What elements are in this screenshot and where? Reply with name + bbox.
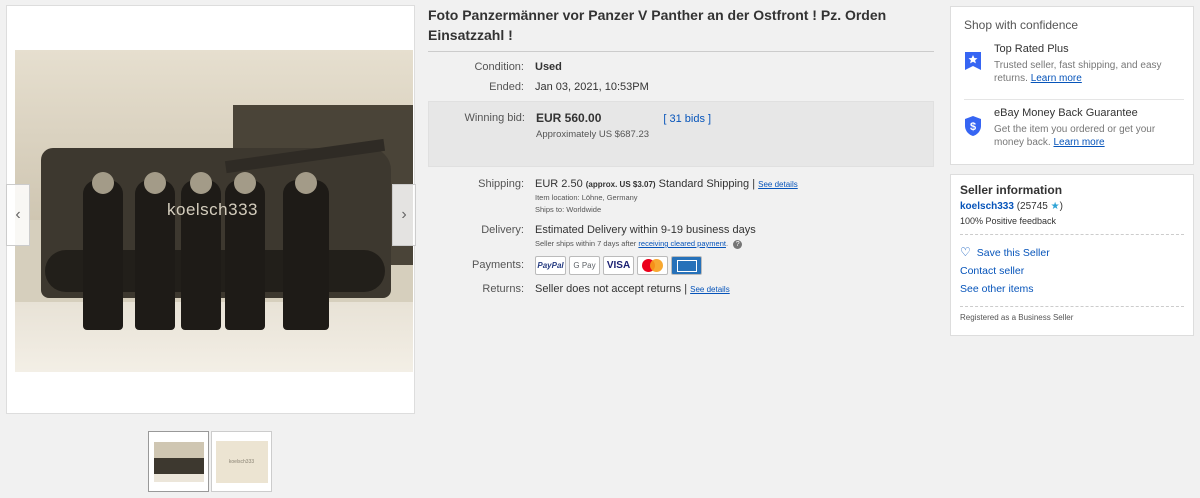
- chevron-right-icon: ›: [401, 206, 407, 223]
- star-icon: ★: [1050, 201, 1060, 212]
- seller-heading: Seller information: [960, 183, 1063, 197]
- contact-seller-link[interactable]: Contact seller: [960, 262, 1193, 280]
- condition-value: Used: [535, 61, 562, 73]
- shipping-details-link[interactable]: See details: [758, 180, 798, 189]
- save-seller-link[interactable]: ♡ Save this Seller: [960, 243, 1193, 262]
- delivery-row: Delivery: Estimated Delivery within 9-19…: [428, 223, 934, 250]
- top-rated-title: Top Rated Plus: [994, 43, 1069, 55]
- returns-details-link[interactable]: See details: [690, 285, 730, 294]
- watermark-text: koelsch333: [167, 200, 259, 219]
- shipping-row: Shipping: EUR 2.50 (approx. US $3.07) St…: [428, 177, 934, 216]
- thumbnail-1[interactable]: [148, 431, 209, 492]
- mbg-title: eBay Money Back Guarantee: [994, 107, 1138, 119]
- seller-information-panel: Seller information koelsch333 (25745 ★) …: [950, 174, 1194, 336]
- shipping-price: EUR 2.50: [535, 178, 583, 190]
- badge-icon: [964, 43, 982, 85]
- shop-with-confidence-panel: Shop with confidence Top Rated Plus Trus…: [950, 6, 1194, 165]
- divider: [960, 306, 1184, 307]
- ships-to: Ships to: Worldwide: [535, 205, 602, 214]
- mbg-learn-more[interactable]: Learn more: [1053, 137, 1104, 148]
- prev-image-button[interactable]: ‹: [6, 184, 30, 246]
- divider: [964, 99, 1184, 100]
- divider: [428, 51, 934, 52]
- amex-icon: [671, 256, 702, 275]
- top-rated-item: Top Rated Plus Trusted seller, fast ship…: [964, 43, 1184, 85]
- thumbnail-2[interactable]: koelsch333: [211, 431, 272, 492]
- item-title: Foto Panzermänner vor Panzer V Panther a…: [428, 7, 887, 43]
- positive-feedback: 100% Positive feedback: [960, 216, 1057, 226]
- seller-username-link[interactable]: koelsch333: [960, 201, 1014, 212]
- money-back-item: $ eBay Money Back Guarantee Get the item…: [964, 107, 1184, 149]
- shipping-service: Standard Shipping |: [658, 178, 756, 190]
- visa-icon: VISA: [603, 256, 634, 275]
- returns-value: Seller does not accept returns |: [535, 283, 688, 295]
- thumbnail-strip: koelsch333: [148, 431, 272, 492]
- winning-bid-value: EUR 560.00: [536, 111, 602, 125]
- main-photo[interactable]: koelsch333: [15, 50, 413, 372]
- bids-link[interactable]: [ 31 bids ]: [663, 112, 711, 127]
- listing-details: Foto Panzermänner vor Panzer V Panther a…: [428, 5, 934, 297]
- payments-row: Payments: PayPal G Pay VISA: [428, 256, 934, 275]
- mastercard-icon: [637, 256, 668, 275]
- see-other-items-link[interactable]: See other items: [960, 280, 1193, 298]
- paypal-icon: PayPal: [535, 256, 566, 275]
- delivery-value: Estimated Delivery within 9-19 business …: [535, 224, 756, 236]
- next-image-button[interactable]: ›: [392, 184, 416, 246]
- ended-value: Jan 03, 2021, 10:53PM: [535, 81, 649, 93]
- confidence-heading: Shop with confidence: [964, 18, 1079, 32]
- shield-icon: $: [964, 107, 982, 149]
- feedback-score-link[interactable]: (25745: [1017, 201, 1048, 212]
- approx-value: Approximately US $687.23: [536, 129, 650, 140]
- google-pay-icon: G Pay: [569, 256, 600, 275]
- question-icon[interactable]: ?: [733, 240, 743, 249]
- cleared-payment-link[interactable]: receiving cleared payment: [638, 239, 726, 248]
- top-rated-learn-more[interactable]: Learn more: [1031, 73, 1082, 84]
- svg-text:$: $: [970, 121, 976, 133]
- shipping-approx: (approx. US $3.07): [585, 180, 656, 189]
- winning-bid-box: Winning bid: EUR 560.00 [ 31 bids ] Appr…: [428, 101, 934, 167]
- condition-row: Condition: Used: [428, 60, 934, 75]
- seller-name-row: koelsch333 (25745 ★): [960, 201, 1063, 212]
- image-gallery: koelsch333 ‹ ›: [6, 5, 416, 414]
- chevron-left-icon: ‹: [15, 206, 21, 223]
- returns-row: Returns: Seller does not accept returns …: [482, 283, 730, 295]
- divider: [960, 234, 1184, 235]
- business-seller-note: Registered as a Business Seller: [960, 313, 1074, 322]
- item-location: Item location: Löhne, Germany: [535, 193, 638, 202]
- ended-row: Ended: Jan 03, 2021, 10:53PM: [428, 80, 934, 95]
- heart-icon: ♡: [960, 245, 971, 259]
